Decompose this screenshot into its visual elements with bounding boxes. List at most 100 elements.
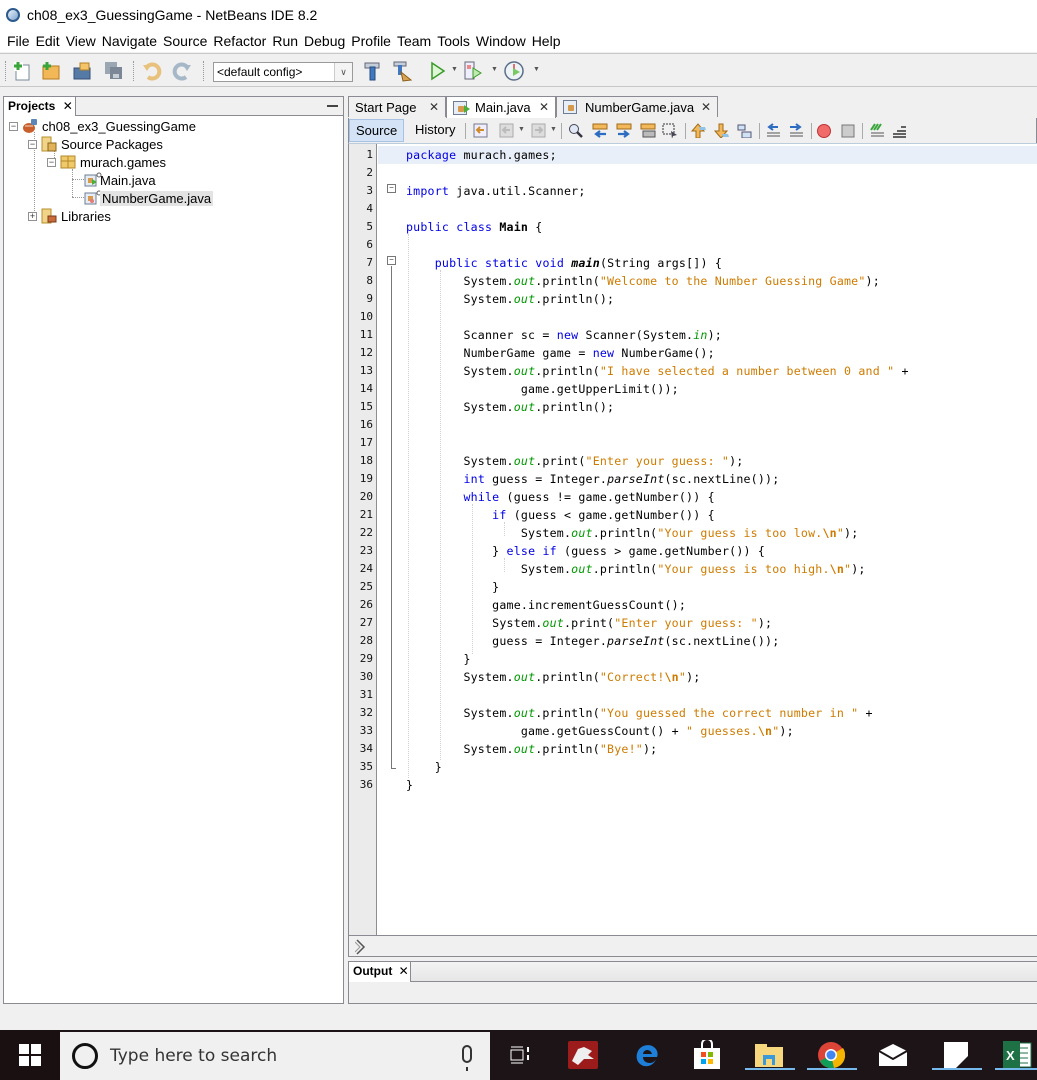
menu-navigate[interactable]: Navigate [99,33,160,49]
chevron-down-icon[interactable]: ∨ [334,63,352,81]
toggle-rectangular-selection-icon[interactable] [662,123,678,138]
close-icon[interactable]: ✕ [701,98,711,117]
clean-build-icon[interactable] [391,60,413,82]
profile-icon[interactable] [503,60,525,82]
stop-macro-recording-icon[interactable] [840,123,856,138]
tree-item-libraries[interactable]: + Libraries [28,207,111,225]
run-dropdown-icon[interactable]: ▼ [451,66,458,73]
mail-icon[interactable] [877,1040,909,1070]
collapse-icon[interactable]: − [28,139,37,149]
expand-icon[interactable]: + [28,211,37,221]
menu-run[interactable]: Run [269,33,301,49]
microphone-icon[interactable] [462,1045,472,1071]
code-line[interactable]: public static void main(String args[]) { [406,254,722,272]
code-line[interactable]: } [406,758,442,776]
build-icon[interactable] [361,60,383,82]
edge-icon[interactable] [630,1040,662,1070]
code-line[interactable]: while (guess != game.getNumber()) { [406,488,715,506]
comment-icon[interactable] [869,123,885,138]
history-view-button[interactable]: History [409,119,461,142]
forward-icon[interactable] [531,123,547,138]
debug-icon[interactable] [462,60,484,82]
menu-refactor[interactable]: Refactor [210,33,269,49]
menu-window[interactable]: Window [473,33,529,49]
find-previous-icon[interactable] [592,123,608,138]
close-icon[interactable]: ✕ [399,964,409,978]
forward-dropdown-icon[interactable]: ▼ [550,126,557,133]
code-line[interactable]: } else if (guess > game.getNumber()) { [406,542,765,560]
code-line[interactable]: System.out.println("Correct!\n"); [406,668,700,686]
store-icon[interactable] [691,1040,723,1070]
minimize-icon[interactable] [327,105,338,107]
next-bookmark-icon[interactable] [713,123,729,138]
close-icon[interactable]: ✕ [63,99,73,113]
cortana-icon[interactable] [72,1043,98,1069]
last-edit-icon[interactable] [473,123,489,138]
menu-debug[interactable]: Debug [301,33,348,49]
fold-toggle-icon[interactable]: − [387,256,396,265]
tab-numbergame-java[interactable]: NumberGame.java ✕ [556,96,718,117]
code-line[interactable]: } [406,776,413,794]
chrome-icon[interactable] [807,1040,857,1070]
toggle-bookmark-icon[interactable] [736,123,752,138]
redo-icon[interactable] [171,60,193,82]
game-app-icon[interactable] [567,1040,599,1070]
code-editor[interactable]: 1 2 3 4 5 6 7 8 9 10 11 12 13 14 15 16 17 18 19 20 21 22 23 24 2… [348,143,1037,936]
code-line[interactable]: System.out.println("Bye!"); [406,740,657,758]
code-line[interactable]: int guess = Integer.parseInt(sc.nextLine… [406,470,779,488]
run-icon[interactable] [426,60,448,82]
code-line-current[interactable]: package murach.games; [378,146,1037,164]
menu-help[interactable]: Help [529,33,564,49]
close-icon[interactable]: ✕ [429,98,439,117]
code-line[interactable]: guess = Integer.parseInt(sc.nextLine()); [406,632,779,650]
menu-source[interactable]: Source [160,33,210,49]
new-file-icon[interactable] [12,60,34,82]
back-dropdown-icon[interactable]: ▼ [518,126,525,133]
taskbar-search-box[interactable]: Type here to search [60,1032,490,1080]
code-line[interactable]: Scanner sc = new Scanner(System.in); [406,326,722,344]
code-line[interactable]: System.out.print("Enter your guess: "); [406,614,772,632]
chevron-right-icon[interactable] [355,939,367,955]
code-line[interactable]: public class Main { [406,218,542,236]
code-line[interactable]: System.out.println("Your guess is too lo… [406,524,858,542]
close-icon[interactable]: ✕ [539,98,549,117]
new-project-icon[interactable] [40,60,62,82]
uncomment-icon[interactable] [891,123,907,138]
code-line[interactable]: import java.util.Scanner; [406,182,586,200]
tab-start-page[interactable]: Start Page ✕ [348,96,446,117]
shift-line-right-icon[interactable] [788,123,804,138]
collapse-icon[interactable]: − [9,121,18,131]
save-all-icon[interactable] [103,60,125,82]
tab-main-java[interactable]: Main.java ✕ [446,96,556,118]
menu-tools[interactable]: Tools [434,33,473,49]
debug-dropdown-icon[interactable]: ▼ [491,66,498,73]
fold-toggle-icon[interactable]: − [387,184,396,193]
file-explorer-icon[interactable] [745,1040,795,1070]
find-selection-icon[interactable] [568,123,584,138]
shift-line-left-icon[interactable] [765,123,781,138]
tree-item-main-java[interactable]: Main.java [84,171,156,189]
menu-view[interactable]: View [63,33,99,49]
sticky-notes-icon[interactable] [932,1040,982,1070]
code-line[interactable]: System.out.println("Welcome to the Numbe… [406,272,880,290]
profile-dropdown-icon[interactable]: ▼ [533,66,540,73]
start-macro-recording-icon[interactable] [816,123,832,138]
projects-tab[interactable]: Projects ✕ [4,97,76,116]
code-line[interactable]: game.getUpperLimit()); [406,380,679,398]
code-line[interactable]: System.out.println("Your guess is too hi… [406,560,866,578]
menu-team[interactable]: Team [394,33,434,49]
back-icon[interactable] [499,123,515,138]
tree-item-package[interactable]: − murach.games [47,153,166,171]
code-line[interactable]: if (guess < game.getNumber()) { [406,506,715,524]
code-line[interactable]: } [406,650,471,668]
menu-profile[interactable]: Profile [348,33,394,49]
code-line[interactable]: game.getGuessCount() + " guesses.\n"); [406,722,794,740]
find-next-icon[interactable] [616,123,632,138]
excel-icon[interactable]: X [995,1040,1037,1070]
menu-edit[interactable]: Edit [33,33,63,49]
config-select[interactable]: <default config> ∨ [213,62,353,82]
tree-item-numbergame-java[interactable]: NumberGame.java [84,189,214,207]
previous-bookmark-icon[interactable] [690,123,706,138]
tree-item-project[interactable]: − ch08_ex3_GuessingGame [9,117,196,135]
open-project-icon[interactable] [71,60,93,82]
